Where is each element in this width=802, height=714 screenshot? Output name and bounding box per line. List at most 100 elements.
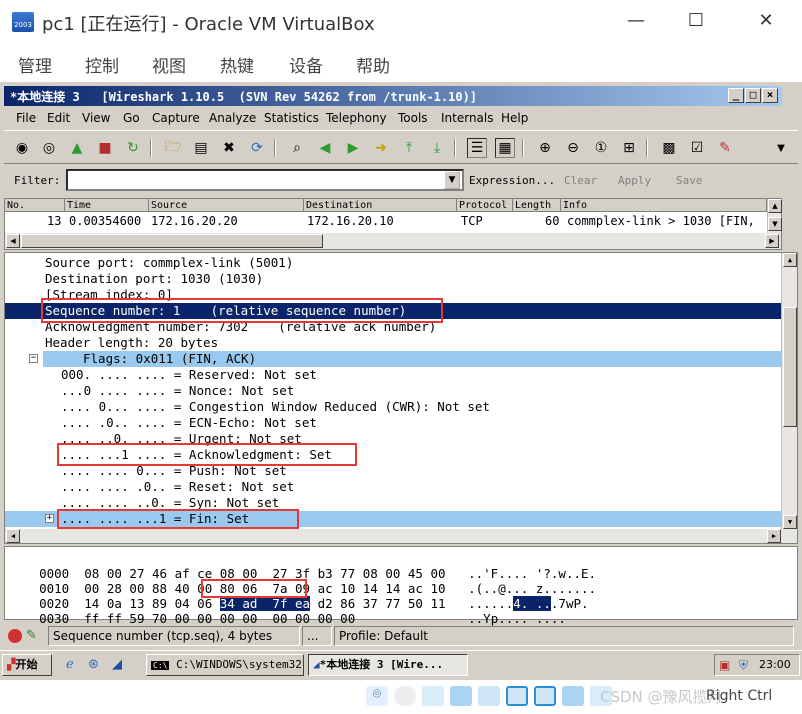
menu-capture[interactable]: Capture bbox=[152, 111, 200, 125]
apply-button[interactable]: Apply bbox=[618, 174, 651, 187]
ws-close-button[interactable]: × bbox=[762, 88, 778, 103]
packet-row[interactable]: 13 0.00354600 172.16.20.20 172.16.20.10 … bbox=[5, 213, 781, 229]
flag-bit-line[interactable]: 000. .... .... = Reserved: Not set bbox=[5, 367, 781, 383]
scroll-up-icon[interactable]: ▲ bbox=[783, 253, 797, 267]
wireshark-quicklaunch-icon[interactable]: ◢ bbox=[112, 657, 122, 672]
menu-view[interactable]: View bbox=[82, 111, 110, 125]
go-to-packet-icon[interactable]: ➜ bbox=[371, 138, 391, 158]
flag-bit-line[interactable]: .... .... .0.. = Reset: Not set bbox=[5, 479, 781, 495]
detail-line[interactable]: Source port: commplex-link (5001) bbox=[5, 255, 781, 271]
menu-go[interactable]: Go bbox=[123, 111, 140, 125]
go-forward-icon[interactable]: ▶ bbox=[343, 138, 363, 158]
scroll-left-icon[interactable]: ◀ bbox=[6, 234, 20, 248]
packet-list-vscroll[interactable]: ▲ ▼ bbox=[767, 199, 782, 233]
menu-file[interactable]: File bbox=[16, 111, 36, 125]
toolbar-overflow-icon[interactable]: ▼ bbox=[771, 138, 791, 158]
edit-comment-icon[interactable]: ✎ bbox=[26, 628, 37, 643]
save-filter-button[interactable]: Save bbox=[676, 174, 703, 187]
scroll-left-icon[interactable]: ◀ bbox=[6, 529, 20, 543]
reload-icon[interactable]: ⟳ bbox=[247, 138, 267, 158]
colorize-icon[interactable]: ☰ bbox=[467, 138, 487, 158]
menu-analyze[interactable]: Analyze bbox=[209, 111, 256, 125]
usb-icon[interactable] bbox=[478, 686, 500, 706]
find-packet-icon[interactable]: ⌕ bbox=[287, 138, 307, 158]
network-tray-icon[interactable]: ▣ bbox=[719, 658, 730, 672]
col-info[interactable]: Info bbox=[561, 199, 767, 212]
display-filters-icon[interactable]: ☑ bbox=[687, 138, 707, 158]
col-protocol[interactable]: Protocol bbox=[457, 199, 513, 212]
options-icon[interactable]: ◎ bbox=[39, 138, 59, 158]
hdd-icon[interactable]: ⌾ bbox=[366, 686, 388, 706]
close-file-icon[interactable]: ✖ bbox=[219, 138, 239, 158]
hscroll-thumb[interactable] bbox=[21, 234, 323, 248]
autoscroll-icon[interactable]: ▦ bbox=[495, 138, 515, 158]
menu-internals[interactable]: Internals bbox=[441, 111, 494, 125]
recording-icon[interactable] bbox=[562, 686, 584, 706]
col-time[interactable]: Time bbox=[65, 199, 149, 212]
collapse-icon[interactable]: − bbox=[29, 354, 38, 363]
hex-row[interactable]: 0030 ff ff 59 70 00 00 00 00 00 00 00 00… bbox=[9, 596, 566, 626]
coloring-rules-icon[interactable]: ✎ bbox=[715, 138, 735, 158]
status-profile[interactable]: Profile: Default bbox=[334, 626, 794, 646]
scroll-down-icon[interactable]: ▼ bbox=[768, 217, 782, 231]
host-menu-help[interactable]: 帮助 bbox=[356, 52, 390, 77]
normal-size-icon[interactable]: ① bbox=[591, 138, 611, 158]
capture-filters-icon[interactable]: ▩ bbox=[659, 138, 679, 158]
go-last-icon[interactable]: ⤓ bbox=[427, 138, 447, 158]
detail-line[interactable]: Header length: 20 bytes bbox=[5, 335, 781, 351]
ie-icon[interactable]: ℯ bbox=[66, 657, 74, 672]
menu-edit[interactable]: Edit bbox=[47, 111, 70, 125]
minimize-button[interactable]: — bbox=[616, 6, 656, 36]
optical-drive-icon[interactable] bbox=[394, 686, 416, 706]
menu-telephony[interactable]: Telephony bbox=[326, 111, 387, 125]
scroll-down-icon[interactable]: ▼ bbox=[783, 515, 797, 529]
flag-bit-line[interactable]: ...0 .... .... = Nonce: Not set bbox=[5, 383, 781, 399]
close-button[interactable]: ✕ bbox=[746, 6, 786, 36]
security-tray-icon[interactable]: ⛨ bbox=[739, 658, 748, 673]
display-icon[interactable] bbox=[534, 686, 556, 706]
menu-tools[interactable]: Tools bbox=[398, 111, 428, 125]
host-menu-view[interactable]: 视图 bbox=[152, 52, 186, 77]
col-no[interactable]: No. bbox=[5, 199, 65, 212]
expression-button[interactable]: Expression... bbox=[469, 174, 555, 187]
host-menu-control[interactable]: 控制 bbox=[85, 52, 119, 77]
expand-icon[interactable]: + bbox=[45, 514, 54, 523]
menu-statistics[interactable]: Statistics bbox=[264, 111, 319, 125]
shared-folder-icon[interactable] bbox=[506, 686, 528, 706]
scroll-right-icon[interactable]: ▶ bbox=[765, 234, 779, 248]
restart-capture-icon[interactable]: ↻ bbox=[123, 138, 143, 158]
go-back-icon[interactable]: ◀ bbox=[315, 138, 335, 158]
details-hscroll[interactable]: ◀ ▶ bbox=[5, 529, 797, 543]
task-cmd[interactable]: C:\ C:\WINDOWS\system32... bbox=[146, 654, 304, 676]
save-file-icon[interactable]: ▤ bbox=[191, 138, 211, 158]
packet-list-hscroll[interactable]: ◀ ▶ bbox=[5, 233, 781, 249]
maximize-button[interactable]: ☐ bbox=[676, 6, 716, 36]
ws-minimize-button[interactable]: _ bbox=[728, 88, 744, 103]
host-menu-manage[interactable]: 管理 bbox=[18, 52, 52, 77]
col-length[interactable]: Length bbox=[513, 199, 561, 212]
start-button[interactable]: ▞开始 bbox=[2, 654, 52, 676]
clear-button[interactable]: Clear bbox=[564, 174, 597, 187]
flag-bit-line[interactable]: .... 0... .... = Congestion Window Reduc… bbox=[5, 399, 781, 415]
host-menu-devices[interactable]: 设备 bbox=[289, 52, 323, 77]
scroll-up-icon[interactable]: ▲ bbox=[768, 199, 782, 213]
flags-line[interactable]: Flags: 0x011 (FIN, ACK) bbox=[43, 351, 781, 367]
audio-icon[interactable] bbox=[422, 686, 444, 706]
open-file-icon[interactable]: 🗁 bbox=[163, 138, 183, 158]
network-icon[interactable] bbox=[450, 686, 472, 706]
scroll-right-icon[interactable]: ▶ bbox=[767, 529, 781, 543]
menu-help[interactable]: Help bbox=[501, 111, 528, 125]
filter-input[interactable] bbox=[66, 169, 464, 191]
col-destination[interactable]: Destination bbox=[304, 199, 457, 212]
start-capture-icon[interactable]: ▲ bbox=[67, 138, 87, 158]
flag-bit-line[interactable]: .... .0.. .... = ECN-Echo: Not set bbox=[5, 415, 781, 431]
zoom-out-icon[interactable]: ⊖ bbox=[563, 138, 583, 158]
vscroll-thumb[interactable] bbox=[783, 307, 797, 427]
stop-capture-icon[interactable]: ■ bbox=[95, 138, 115, 158]
host-menu-hotkey[interactable]: 热键 bbox=[220, 52, 254, 77]
go-first-icon[interactable]: ⤒ bbox=[399, 138, 419, 158]
explorer-icon[interactable]: ⊛ bbox=[88, 657, 99, 672]
resize-columns-icon[interactable]: ⊞ bbox=[619, 138, 639, 158]
ws-maximize-button[interactable]: □ bbox=[745, 88, 761, 103]
expert-info-icon[interactable] bbox=[8, 629, 22, 643]
